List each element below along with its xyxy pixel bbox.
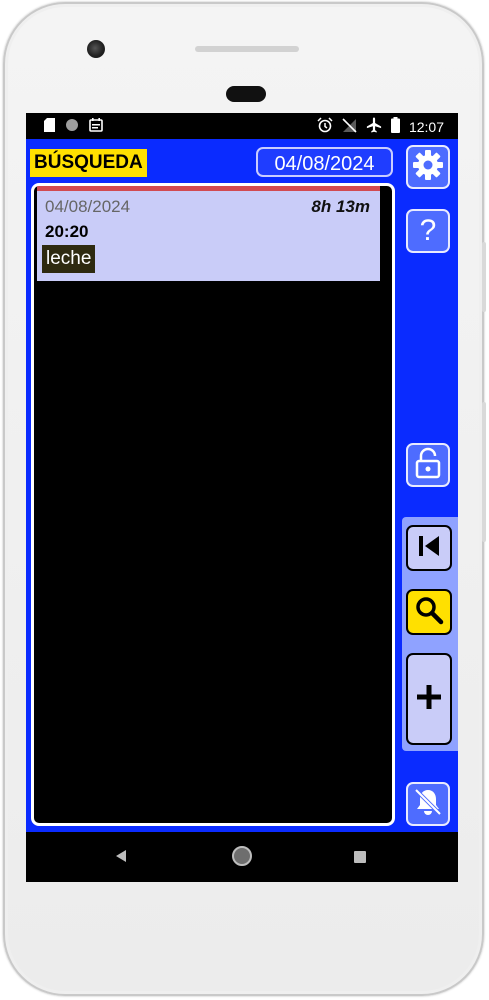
settings-button[interactable] bbox=[406, 145, 450, 189]
entry-time: 20:20 bbox=[45, 222, 89, 241]
entries-list[interactable]: 04/08/2024 8h 13m 20:20 leche bbox=[31, 183, 395, 826]
earpiece-speaker bbox=[195, 46, 299, 52]
battery-icon bbox=[390, 117, 400, 136]
alarm-icon bbox=[317, 117, 333, 136]
app-area: BÚSQUEDA 04/08/2024 04/08/2024 8h 13m 20… bbox=[26, 139, 458, 832]
skip-start-icon bbox=[415, 532, 443, 565]
recents-icon[interactable] bbox=[354, 851, 366, 863]
gear-icon bbox=[412, 149, 444, 186]
list-item[interactable]: 04/08/2024 8h 13m 20:20 leche bbox=[37, 186, 380, 281]
volume-button bbox=[482, 402, 486, 542]
entry-tag: leche bbox=[42, 245, 96, 273]
front-camera bbox=[87, 40, 105, 58]
home-icon[interactable] bbox=[232, 846, 252, 866]
lock-button[interactable] bbox=[406, 443, 450, 487]
sd-card-icon bbox=[44, 118, 55, 135]
power-button bbox=[482, 242, 486, 312]
circle-icon bbox=[65, 118, 79, 135]
search-icon bbox=[414, 595, 444, 630]
no-signal-icon bbox=[342, 117, 357, 136]
screen: 12:07 BÚSQUEDA 04/08/2024 04/08/2024 8h … bbox=[26, 113, 458, 882]
unlock-icon bbox=[413, 447, 443, 484]
system-nav-bar bbox=[26, 832, 458, 882]
search-button[interactable] bbox=[406, 589, 452, 635]
calendar-icon bbox=[89, 118, 103, 135]
help-icon: ? bbox=[419, 214, 437, 247]
bell-off-icon bbox=[412, 786, 444, 823]
airplane-icon bbox=[366, 117, 382, 136]
plus-icon bbox=[416, 684, 442, 715]
back-icon[interactable] bbox=[114, 849, 128, 868]
help-button[interactable]: ? bbox=[406, 209, 450, 253]
mode-label: BÚSQUEDA bbox=[30, 149, 147, 177]
proximity-sensor bbox=[226, 86, 266, 102]
status-bar: 12:07 bbox=[26, 113, 458, 139]
status-time: 12:07 bbox=[408, 118, 444, 135]
navigation-group bbox=[402, 517, 458, 751]
first-entry-button[interactable] bbox=[406, 525, 452, 571]
sidebar: ? bbox=[402, 139, 458, 832]
notifications-button[interactable] bbox=[406, 782, 450, 826]
add-entry-button[interactable] bbox=[406, 653, 452, 745]
date-selector[interactable]: 04/08/2024 bbox=[256, 147, 393, 177]
entry-duration: 8h 13m bbox=[311, 197, 370, 216]
entry-date: 04/08/2024 bbox=[45, 197, 131, 216]
